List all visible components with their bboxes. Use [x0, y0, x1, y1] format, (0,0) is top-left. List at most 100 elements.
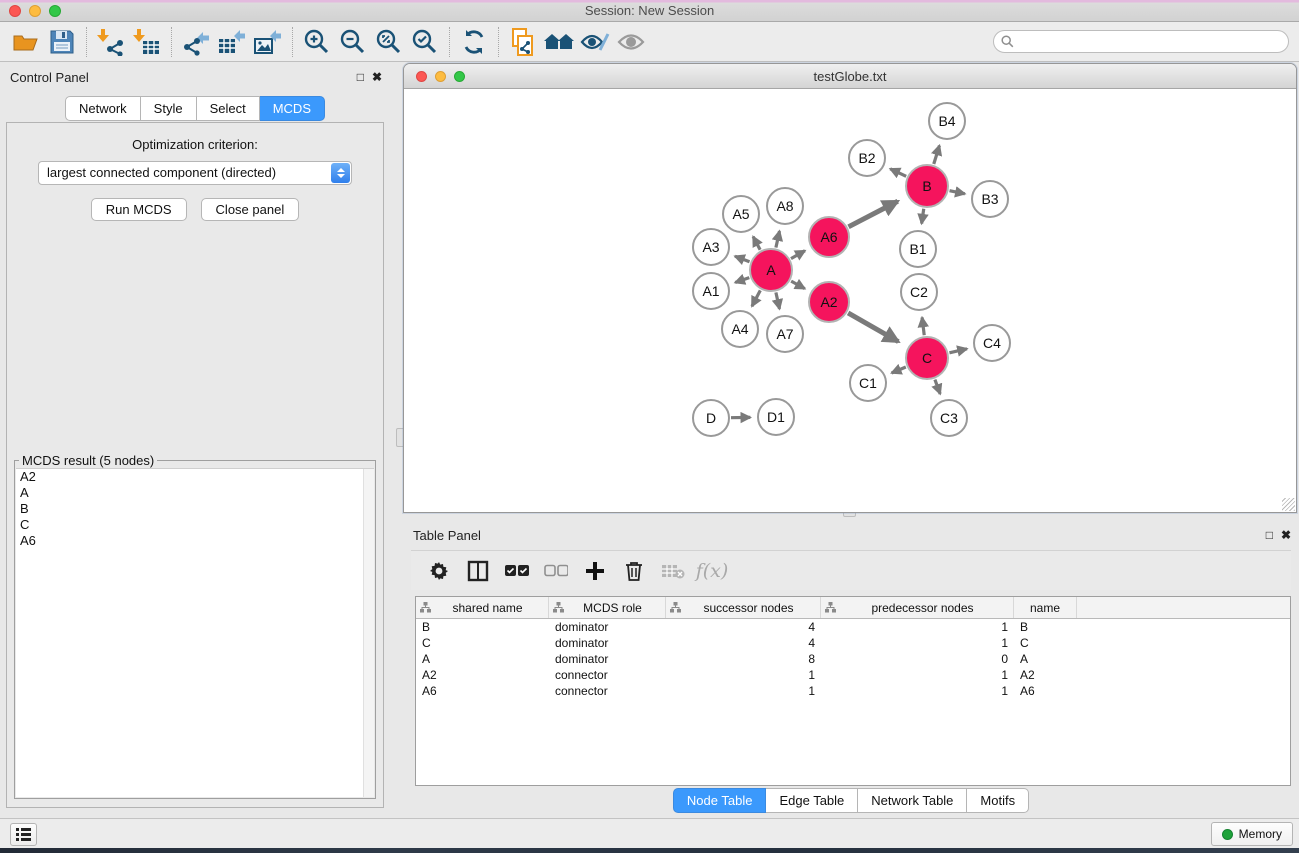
graph-edge[interactable]: [791, 281, 805, 289]
column-header-successor-nodes[interactable]: successor nodes: [666, 597, 821, 618]
memory-label: Memory: [1239, 827, 1282, 841]
float-table-panel-icon[interactable]: □: [1266, 528, 1273, 542]
show-graphics-details-icon[interactable]: [613, 26, 649, 58]
network-graph[interactable]: AA6A2BCA1A3A4A5A7A8B1B2B3B4C1C2C3C4DD1: [404, 89, 1296, 512]
tab-mcds[interactable]: MCDS: [260, 96, 325, 121]
table-row[interactable]: Bdominator 41 B: [416, 619, 1290, 635]
result-item[interactable]: B: [16, 501, 374, 517]
export-image-icon[interactable]: [250, 26, 286, 58]
deselect-all-rows-icon[interactable]: [540, 556, 572, 586]
tab-select[interactable]: Select: [197, 96, 260, 121]
result-item[interactable]: C: [16, 517, 374, 533]
import-table-icon[interactable]: [129, 26, 165, 58]
table-panel-title: Table Panel: [413, 528, 481, 543]
hide-graphics-details-icon[interactable]: [577, 26, 613, 58]
run-mcds-button[interactable]: Run MCDS: [91, 198, 187, 221]
zoom-out-icon[interactable]: [335, 26, 371, 58]
window-resize-handle[interactable]: [1282, 498, 1295, 511]
mcds-result-list[interactable]: A2 A B C A6: [16, 468, 374, 797]
graph-edge[interactable]: [849, 201, 898, 227]
select-all-rows-icon[interactable]: [501, 556, 533, 586]
search-field[interactable]: [993, 30, 1289, 53]
table-row[interactable]: A6connector 11 A6: [416, 683, 1290, 699]
graph-edge[interactable]: [950, 191, 965, 194]
delete-column-icon[interactable]: [618, 556, 650, 586]
search-icon: [1001, 35, 1014, 48]
graph-edge[interactable]: [949, 349, 967, 353]
network-canvas[interactable]: AA6A2BCA1A3A4A5A7A8B1B2B3B4C1C2C3C4DD1: [404, 89, 1296, 512]
graph-node-label: B2: [858, 150, 875, 166]
tab-network[interactable]: Network: [65, 96, 141, 121]
graph-edge[interactable]: [848, 313, 898, 342]
close-panel-icon[interactable]: ✖: [372, 70, 382, 84]
home-view-icon[interactable]: [541, 26, 577, 58]
column-header-shared-name[interactable]: shared name: [416, 597, 549, 618]
graph-edge[interactable]: [776, 292, 780, 308]
task-history-button[interactable]: [10, 823, 37, 846]
graph-edge[interactable]: [752, 290, 760, 306]
close-window-button[interactable]: [9, 5, 21, 17]
add-column-icon[interactable]: [579, 556, 611, 586]
column-header-predecessor-nodes[interactable]: predecessor nodes: [821, 597, 1014, 618]
table-row[interactable]: Adominator 80 A: [416, 651, 1290, 667]
refresh-icon[interactable]: [456, 26, 492, 58]
minimize-window-button[interactable]: [29, 5, 41, 17]
table-row[interactable]: A2connector 11 A2: [416, 667, 1290, 683]
column-header-mcds-role[interactable]: MCDS role: [549, 597, 666, 618]
tab-style[interactable]: Style: [141, 96, 197, 121]
hierarchy-icon: [670, 602, 681, 613]
table-toolbar: f(x): [411, 550, 1291, 590]
graph-edge[interactable]: [892, 367, 906, 373]
graph-node-label: A6: [820, 229, 837, 245]
close-network-button[interactable]: [416, 71, 427, 82]
export-network-icon[interactable]: [178, 26, 214, 58]
column-header-filler: [1077, 597, 1290, 618]
tab-network-table[interactable]: Network Table: [858, 788, 967, 813]
export-table-icon[interactable]: [214, 26, 250, 58]
import-network-icon[interactable]: [93, 26, 129, 58]
table-row[interactable]: Cdominator 41 C: [416, 635, 1290, 651]
tab-motifs[interactable]: Motifs: [967, 788, 1029, 813]
optimization-criterion-dropdown[interactable]: largest connected component (directed): [38, 161, 352, 185]
result-item[interactable]: A: [16, 485, 374, 501]
result-scrollbar[interactable]: [363, 469, 374, 797]
graph-node-label: C2: [910, 284, 928, 300]
toolbar-separator: [171, 27, 172, 57]
graph-edge[interactable]: [735, 278, 749, 283]
zoom-window-button[interactable]: [49, 5, 61, 17]
graph-edge[interactable]: [791, 251, 805, 259]
duplicate-network-icon[interactable]: [505, 26, 541, 58]
function-builder-icon[interactable]: f(x): [696, 556, 728, 586]
minimize-network-button[interactable]: [435, 71, 446, 82]
tab-edge-table[interactable]: Edge Table: [766, 788, 858, 813]
zoom-fit-icon[interactable]: [371, 26, 407, 58]
graph-edge[interactable]: [776, 231, 780, 247]
graph-edge[interactable]: [890, 169, 906, 176]
column-header-name[interactable]: name: [1014, 597, 1077, 618]
tab-node-table[interactable]: Node Table: [673, 788, 767, 813]
zoom-in-icon[interactable]: [299, 26, 335, 58]
graph-edge[interactable]: [753, 237, 760, 250]
save-session-icon[interactable]: [44, 26, 80, 58]
graph-edge[interactable]: [934, 146, 940, 164]
float-panel-icon[interactable]: □: [357, 70, 364, 84]
zoom-network-button[interactable]: [454, 71, 465, 82]
graph-edge[interactable]: [735, 256, 750, 262]
close-table-panel-icon[interactable]: ✖: [1281, 528, 1291, 542]
graph-edge[interactable]: [922, 209, 924, 224]
graph-node-label: C4: [983, 335, 1001, 351]
delete-table-icon[interactable]: [657, 556, 689, 586]
graph-edge[interactable]: [935, 380, 940, 394]
result-item[interactable]: A6: [16, 533, 374, 549]
memory-button[interactable]: Memory: [1211, 822, 1293, 846]
zoom-selected-icon[interactable]: [407, 26, 443, 58]
close-panel-button[interactable]: Close panel: [201, 198, 300, 221]
result-item[interactable]: A2: [16, 469, 374, 485]
list-icon: [16, 828, 31, 841]
search-input[interactable]: [1018, 33, 1288, 51]
table-settings-icon[interactable]: [423, 556, 455, 586]
hierarchy-icon: [553, 602, 564, 613]
open-file-icon[interactable]: [8, 26, 44, 58]
column-view-icon[interactable]: [462, 556, 494, 586]
graph-edge[interactable]: [922, 317, 924, 335]
